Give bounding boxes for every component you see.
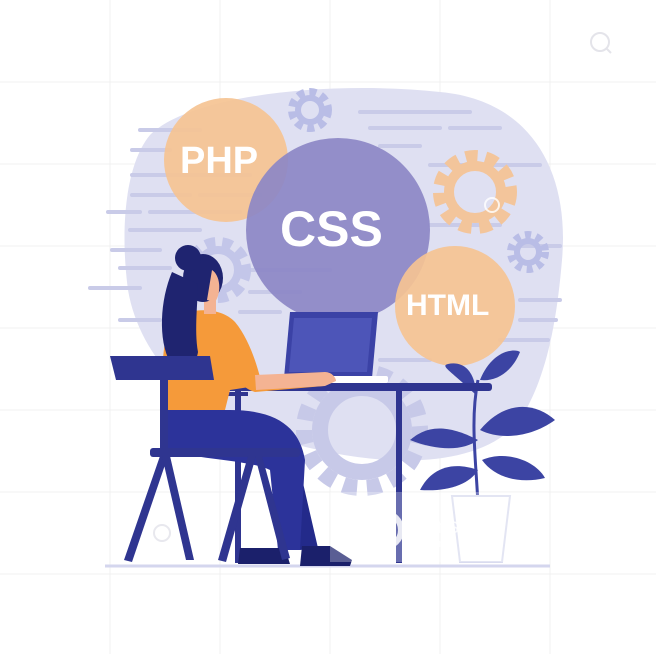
watermark-brand: iconscout [410, 515, 499, 538]
watermark-author: Alexdndz [411, 538, 457, 550]
laptop [280, 312, 388, 383]
html-label: HTML [406, 289, 490, 322]
developer-illustration [0, 0, 656, 654]
css-label: CSS [280, 201, 383, 257]
illustration-canvas: PHP CSS HTML iconscout Alexdndz [0, 0, 656, 654]
php-label: PHP [180, 140, 259, 182]
